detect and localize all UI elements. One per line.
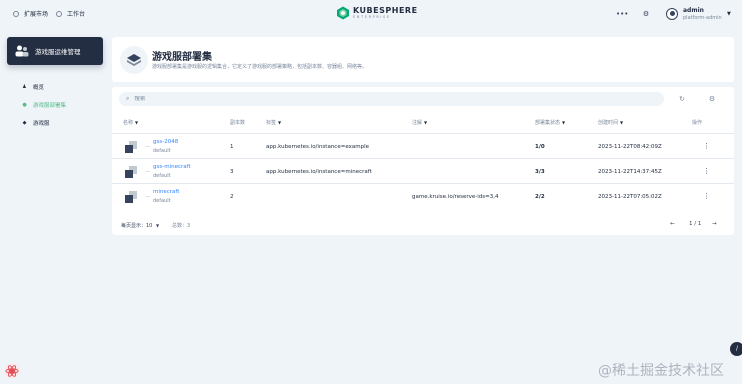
sidebar-item-gameservers[interactable]: ◆ 游戏服 [22,119,50,127]
avatar[interactable] [666,8,678,20]
column-header-status[interactable]: 部署集状态 ▼ [535,119,565,126]
chevron-down-icon: ▼ [620,120,624,125]
column-header-annotations[interactable]: 注解 ▼ [412,119,427,126]
sidebar-item-label: 概览 [33,85,45,91]
chevron-down-icon: ▼ [135,120,139,125]
marketplace-link[interactable]: 扩展市场 [13,9,48,18]
kubesphere-logo-icon [337,6,349,20]
column-header-replicas: 副本数 [230,120,246,126]
table-row[interactable]: — gss-minecraft default 3 app.kubernetes… [112,158,734,183]
gameserverset-icon: ● [22,101,27,108]
pagination-indicator: 1 / 1 [689,221,702,227]
sidebar-item-gameserversets[interactable]: ● 游戏服部署集 [22,101,66,109]
sidebar-item-overview[interactable]: ♟ 概览 [22,83,44,91]
toolbox-logo-icon[interactable] [4,363,20,379]
search-input[interactable] [134,96,535,102]
total-count: 总数：3 [172,223,191,229]
column-header-created[interactable]: 创建时间 ▼ [598,119,623,126]
users-group-icon [15,45,29,57]
gameserver-icon: ◆ [22,119,27,126]
status-cell: 1/0 [535,144,545,150]
gameserverset-table-panel: ⌕ ↻ ⚙ 名称▼ 副本数 标签▼ 注解▼ 部署集状态▼ 创建时间▼ 操作 — … [112,87,734,235]
marketplace-label: 扩展市场 [24,11,49,18]
created-time-cell: 2023-11-22T08:42:09Z [598,144,662,150]
chevron-down-icon: ▼ [278,120,282,125]
gameserverset-name-link[interactable]: gss-2048 [153,139,178,145]
settings-gear-icon[interactable]: ⚙ [642,10,650,18]
marketplace-icon [13,10,19,17]
replicas-cell: 1 [230,144,234,150]
gameserverset-icon [125,191,137,203]
labels-cell: app.kubernetes.io/instance=example [266,144,369,150]
chevron-down-icon[interactable]: ▼ [727,11,731,17]
table-row[interactable]: — minecraft default 2 game.kruise.io/res… [112,183,734,208]
annotations-cell: game.kruise.io/reserve-ids=3,4 [412,194,499,200]
page-header-banner: 游戏服部署集 游戏服部署集是游戏服的逻辑集合，它定义了游戏服的部署策略，包括副本… [112,37,734,82]
replicas-cell: 2 [230,194,234,200]
refresh-icon[interactable]: ↻ [677,94,687,104]
more-actions-icon[interactable]: ⋮ [703,192,710,200]
layers-icon [127,54,141,66]
workbench-label: 工作台 [67,11,86,18]
banner-icon-wrapper [120,46,148,74]
created-time-cell: 2023-11-22T07:05:02Z [598,194,662,200]
labels-cell: app.kubernetes.io/instance=minecraft [266,169,372,175]
sidebar-title: 游戏服运维管理 [35,48,81,56]
gameserverset-icon [125,141,137,153]
workbench-icon [56,10,62,17]
user-name[interactable]: admin [683,7,704,14]
more-actions-icon[interactable]: ⋮ [703,142,710,150]
page-title: 游戏服部署集 [152,52,212,63]
next-page-icon[interactable]: → [712,221,717,227]
namespace-label: default [153,148,171,154]
chevron-down-icon: ▼ [155,223,160,228]
more-apps-icon[interactable]: ••• [616,10,628,18]
namespace-label: default [153,198,171,204]
kubesphere-logo[interactable]: KUBESPHERE ENTERPRISE [336,6,418,20]
replicas-cell: 3 [230,169,234,175]
gameserverset-name-link[interactable]: gss-minecraft [153,164,191,170]
kubectl-terminal-icon[interactable]: / [730,342,742,356]
column-header-labels[interactable]: 标签 ▼ [266,119,281,126]
watermark: @稀土掘金技术社区 [598,363,724,379]
settings-gear-icon[interactable]: ⚙ [707,94,717,104]
search-bar[interactable]: ⌕ [119,92,664,106]
column-header-name[interactable]: 名称 ▼ [123,119,138,126]
sidebar-item-label: 游戏服部署集 [33,103,67,109]
column-header-actions: 操作 [692,120,703,126]
logo-title: KUBESPHERE [353,5,418,15]
previous-page-icon[interactable]: ← [670,221,675,227]
page-description: 游戏服部署集是游戏服的逻辑集合，它定义了游戏服的部署策略，包括副本数、容器组、网… [152,64,368,70]
page-size-select[interactable]: 每页显示：10 ▼ [121,222,159,229]
user-role: platform-admin [683,15,722,21]
logo-subtitle: ENTERPRISE [353,14,391,19]
chevron-down-icon: ▼ [562,120,566,125]
namespace-label: default [153,173,171,179]
more-actions-icon[interactable]: ⋮ [703,167,710,175]
chevron-down-icon: ▼ [424,120,428,125]
top-navigation-bar: 扩展市场 工作台 KUBESPHERE ENTERPRISE ••• ⚙ adm… [0,0,742,28]
table-row[interactable]: — gss-2048 default 1 app.kubernetes.io/i… [112,133,734,158]
search-icon: ⌕ [126,95,130,102]
gameserverset-name-link[interactable]: minecraft [153,189,179,195]
gameserverset-icon [125,166,137,178]
status-cell: 3/3 [535,169,545,175]
person-icon: ♟ [22,83,27,90]
workbench-link[interactable]: 工作台 [56,9,85,18]
status-cell: 2/2 [535,194,545,200]
created-time-cell: 2023-11-22T14:37:45Z [598,169,662,175]
sidebar-item-label: 游戏服 [33,121,50,127]
sidebar-title-card: 游戏服运维管理 [7,37,103,65]
